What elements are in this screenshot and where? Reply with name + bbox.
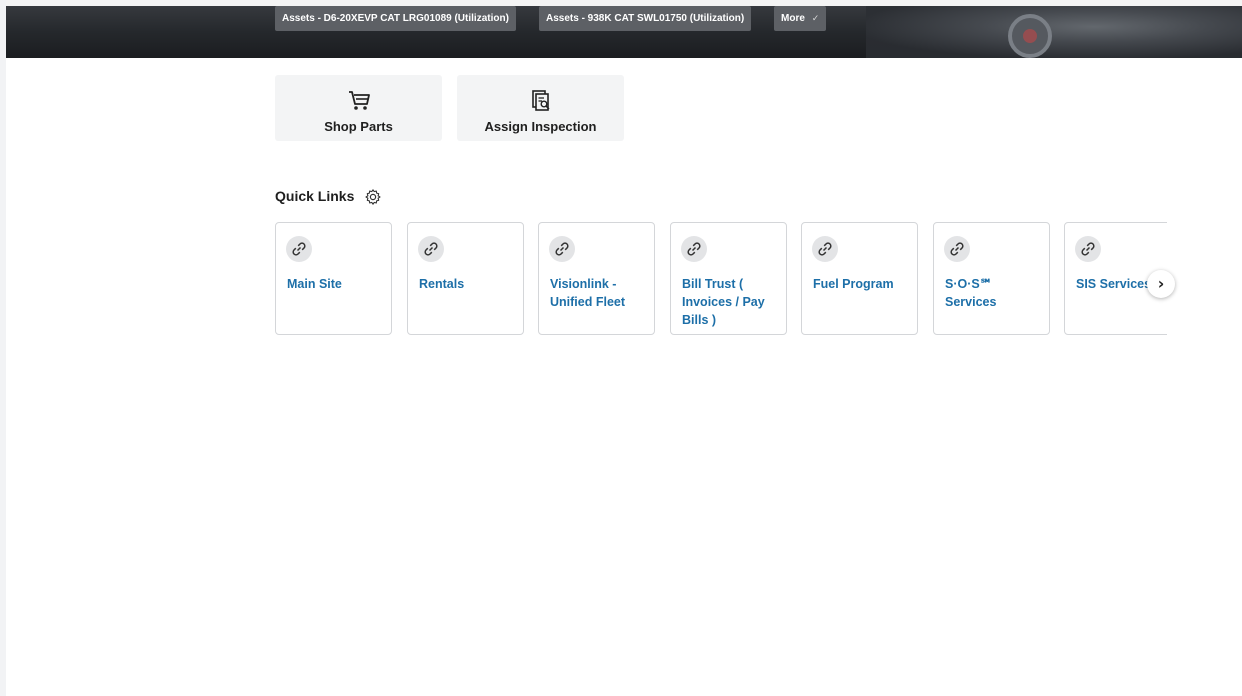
link-icon — [681, 236, 707, 262]
more-button[interactable]: More ✓ — [774, 6, 827, 31]
gear-icon[interactable] — [364, 188, 382, 206]
asset-chip-938k[interactable]: Assets - 938K CAT SWL01750 (Utilization) — [539, 6, 752, 31]
quick-link-visionlink[interactable]: Visionlink - Unified Fleet — [538, 222, 655, 335]
assign-inspection-label: Assign Inspection — [484, 119, 597, 134]
quick-link-label: S·O·S℠ Services — [945, 277, 997, 309]
asset-chip-d6[interactable]: Assets - D6-20XEVP CAT LRG01089 (Utiliza… — [275, 6, 516, 31]
link-icon — [418, 236, 444, 262]
chevron-down-icon: ✓ — [811, 13, 820, 23]
quick-link-label: Visionlink - Unified Fleet — [550, 277, 626, 309]
quick-link-main-site[interactable]: Main Site — [275, 222, 392, 335]
quick-links-title: Quick Links — [275, 188, 355, 204]
asset-chip-label: Assets - 938K CAT SWL01750 (Utilization) — [546, 13, 745, 24]
link-icon — [549, 236, 575, 262]
quick-link-label: Bill Trust ( Invoices / Pay Bills ) — [682, 277, 765, 327]
quick-link-label: Rentals — [419, 277, 465, 291]
link-icon — [812, 236, 838, 262]
link-icon — [944, 236, 970, 262]
quick-link-bill-trust[interactable]: Bill Trust ( Invoices / Pay Bills ) — [670, 222, 787, 335]
shop-parts-label: Shop Parts — [324, 119, 393, 134]
shopping-cart-icon — [348, 91, 370, 110]
link-icon — [1075, 236, 1101, 262]
quick-link-rentals[interactable]: Rentals — [407, 222, 524, 335]
quick-link-sos-services[interactable]: S·O·S℠ Services — [933, 222, 1050, 335]
chevron-right-icon: › — [1157, 274, 1165, 293]
asset-chip-label: Assets - D6-20XEVP CAT LRG01089 (Utiliza… — [282, 13, 509, 24]
quick-links-carousel: Main Site Rentals Visionlink - Unified F… — [275, 222, 1167, 336]
left-edge — [0, 0, 6, 696]
quick-link-label: Main Site — [287, 277, 342, 291]
link-icon — [286, 236, 312, 262]
more-label: More — [781, 13, 805, 24]
carousel-next-button[interactable]: › — [1147, 270, 1175, 298]
hero-wheel-image — [1008, 14, 1052, 58]
inspection-document-icon — [531, 90, 550, 111]
shop-parts-button[interactable]: Shop Parts — [275, 75, 442, 141]
quick-link-fuel-program[interactable]: Fuel Program — [801, 222, 918, 335]
hero-machine-image — [866, 6, 1242, 58]
quick-link-label: Fuel Program — [813, 277, 894, 291]
assign-inspection-button[interactable]: Assign Inspection — [457, 75, 624, 141]
